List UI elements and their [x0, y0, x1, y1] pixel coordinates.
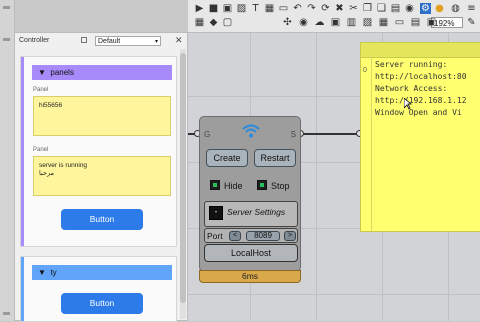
eye-icon[interactable]: ◉ — [404, 3, 415, 14]
port-decrement-button[interactable]: < — [229, 231, 241, 241]
stop-checkbox[interactable] — [257, 180, 267, 190]
window-icon[interactable]: ▭ — [278, 3, 289, 14]
menu-icon[interactable]: ≡ — [466, 3, 477, 14]
left-dock — [0, 0, 15, 321]
preview-icon[interactable]: ● — [434, 3, 445, 14]
create-button[interactable]: Create — [206, 149, 248, 167]
copy-icon[interactable]: ❐ — [362, 3, 373, 14]
text-icon[interactable]: T — [250, 3, 261, 14]
controller-panel: Controller Default ▾ ✕ ▼ panels Panel hi5… — [14, 32, 188, 322]
shape-icon[interactable]: ◆ — [208, 17, 219, 28]
ruler-icon[interactable]: ▤ — [390, 3, 401, 14]
stop-icon[interactable]: ■ — [208, 3, 219, 14]
cloud-icon[interactable]: ☁ — [314, 17, 325, 28]
input-port-label: G — [204, 130, 211, 139]
redo-icon[interactable]: ↷ — [306, 3, 317, 14]
dock-marker — [3, 38, 10, 41]
wifi-icon — [242, 124, 260, 138]
group-title: ty — [50, 268, 57, 277]
panel-header — [361, 43, 480, 58]
chevron-down-icon: ▾ — [154, 39, 158, 45]
item-index: 0 — [363, 67, 367, 74]
lock-icon[interactable]: ▣ — [330, 17, 341, 28]
sketch-icon[interactable]: ✎ — [466, 17, 477, 28]
hide-label: Hide — [224, 181, 243, 191]
panel-icon[interactable]: ▣ — [426, 17, 437, 28]
layout-dropdown[interactable]: Default ▾ — [95, 36, 161, 46]
button[interactable]: Button — [61, 293, 143, 314]
refresh-icon[interactable]: ⟳ — [320, 3, 331, 14]
output-text: Server running: http://localhost:80 Netw… — [375, 60, 467, 117]
close-icon[interactable]: ✕ — [175, 35, 183, 46]
dock-marker — [3, 312, 10, 315]
group-title: panels — [50, 68, 74, 77]
collapse-toggle[interactable]: - — [209, 206, 223, 220]
hide-checkbox[interactable] — [210, 180, 220, 190]
group-panels: ▼ panels Panel hi55656 Panel server is r… — [20, 56, 177, 247]
paste-icon[interactable]: ❏ — [376, 3, 387, 14]
grid-line — [188, 294, 480, 295]
panel-gutter — [361, 57, 372, 231]
controller-title: Controller — [19, 37, 50, 44]
pin-icon[interactable] — [81, 37, 87, 43]
panel-label: Panel — [33, 87, 49, 93]
button[interactable]: Button — [61, 209, 143, 230]
stop-label: Stop — [271, 181, 290, 191]
window-icon[interactable]: ▢ — [222, 17, 233, 28]
group-header-panels[interactable]: ▼ panels — [32, 65, 172, 80]
execution-time: 6ms — [199, 270, 301, 283]
layers-icon[interactable]: ▥ — [346, 17, 357, 28]
group-ty: ▼ ty Button — [20, 256, 177, 322]
group-header-ty[interactable]: ▼ ty — [32, 265, 172, 280]
window-icon[interactable]: ▭ — [394, 17, 405, 28]
cut-icon[interactable]: ✂ — [348, 3, 359, 14]
canvas-toolbar: ▶ ■ ▣ ▨ T ▦ ▭ ↶ ↷ ⟳ ✖ ✂ ❐ ❏ ▤ ◉ ⚙ ● ◍ ≡ … — [188, 0, 480, 33]
group-accent — [21, 257, 24, 321]
stack-icon[interactable]: ▧ — [362, 17, 373, 28]
delete-icon[interactable]: ✖ — [334, 3, 345, 14]
localhost-button[interactable]: LocalHost — [204, 244, 298, 262]
output-port-label: S — [290, 130, 296, 139]
server-component[interactable]: G S Create Restart Hide Stop - Server Se… — [199, 116, 301, 272]
save-icon[interactable]: ▣ — [222, 3, 233, 14]
panel-text-area[interactable]: server is running مرحبا — [33, 156, 171, 196]
port-increment-button[interactable]: > — [284, 231, 296, 241]
server-settings-title: Server Settings — [227, 207, 286, 217]
output-wire — [301, 133, 361, 135]
restart-button[interactable]: Restart — [254, 149, 296, 167]
undo-icon[interactable]: ↶ — [292, 3, 303, 14]
globe-icon[interactable]: ◍ — [450, 3, 461, 14]
scrollbar-thumb[interactable] — [180, 53, 186, 303]
play-icon[interactable]: ▶ — [194, 3, 205, 14]
eye-icon[interactable]: ◉ — [298, 17, 309, 28]
zoom-extents-icon[interactable]: ✣ — [282, 17, 293, 28]
group-accent — [21, 57, 24, 246]
grid-line — [316, 0, 317, 321]
port-value[interactable]: 8089 — [246, 231, 280, 241]
controller-scrollbar[interactable] — [180, 49, 186, 319]
grid-icon[interactable]: ▦ — [264, 3, 275, 14]
grid-toggle-icon[interactable]: ▦ — [194, 17, 205, 28]
image-icon[interactable]: ▨ — [236, 3, 247, 14]
panel-label: Panel — [33, 147, 49, 153]
port-label: Port — [207, 231, 223, 241]
server-settings-section: - Server Settings — [204, 201, 298, 227]
mouse-cursor-icon — [404, 98, 412, 110]
panel-text-area[interactable]: hi55656 — [33, 96, 171, 136]
settings-icon[interactable]: ⚙ — [420, 3, 431, 14]
output-panel[interactable]: 0 Server running: http://localhost:80 Ne… — [360, 42, 480, 232]
print-icon[interactable]: ▤ — [410, 17, 421, 28]
grid-icon[interactable]: ▦ — [378, 17, 389, 28]
dock-marker — [3, 6, 10, 9]
port-row: Port < 8089 > — [204, 228, 298, 243]
layout-dropdown-value: Default — [98, 38, 121, 45]
